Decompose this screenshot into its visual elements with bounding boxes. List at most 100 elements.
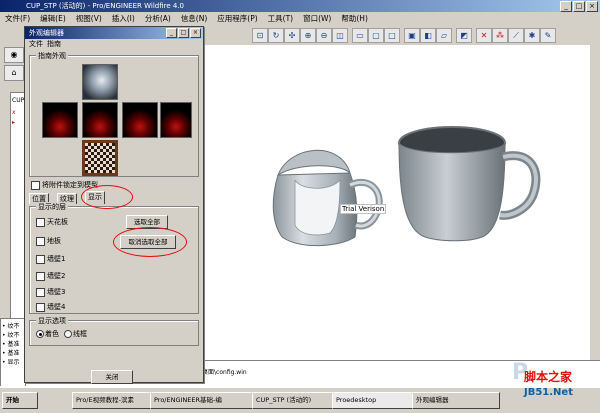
layer-checkbox[interactable] (36, 288, 45, 297)
menu-bar: 文件(F) 编辑(E) 视图(V) 插入(I) 分析(A) 信息(N) 应用程序(P) 工具(… (0, 12, 600, 25)
dialog-menu-file[interactable]: 文件 (29, 40, 43, 48)
taskbar-item[interactable]: 外观编辑器 (412, 392, 500, 409)
no-hidden-icon[interactable]: □ (384, 28, 400, 43)
hidden-line-icon[interactable]: ▢ (368, 28, 384, 43)
spin-icon[interactable]: ✣ (284, 28, 300, 43)
wireframe-label: 线框 (73, 330, 87, 338)
tree-item[interactable]: x (12, 109, 16, 116)
display-layers-group: 显示的层 天花板 地板 墙壁1 墙壁2 墙壁3 墙壁4 选取全部 取消选取全部 (29, 202, 199, 314)
zoom-in-icon[interactable]: ⊕ (300, 28, 316, 43)
select-all-button[interactable]: 选取全部 (126, 215, 168, 229)
coordinate-system-icon[interactable]: ⁂ (492, 28, 508, 43)
watermark-line1: 脚本之家 (524, 370, 573, 384)
dialog-close-icon[interactable]: × (190, 28, 201, 38)
cup-model-left (272, 149, 383, 247)
layer-label: 墙壁1 (47, 255, 66, 263)
right-border (590, 45, 600, 360)
shaded-radio[interactable] (36, 330, 44, 338)
menu-window[interactable]: 窗口(W) (298, 12, 336, 25)
bind-to-model-checkbox[interactable] (31, 181, 40, 190)
layer-checkbox[interactable] (36, 255, 45, 264)
dialog-title: 外观编辑器 (29, 29, 64, 37)
taskbar-item[interactable]: Pro/ENGINEER基础-编 (150, 392, 256, 409)
layer-checkbox[interactable] (36, 237, 45, 246)
deselect-all-button[interactable]: 取消选取全部 (120, 235, 176, 249)
refit-icon[interactable]: ⊡ (252, 28, 268, 43)
menu-view[interactable]: 视图(V) (71, 12, 107, 25)
message-line: • 显示 (2, 359, 20, 366)
menu-analysis[interactable]: 分析(A) (140, 12, 176, 25)
taskbar-item[interactable]: Pro/E视频教程-滨素 (72, 392, 154, 409)
display-layers-label: 显示的层 (36, 202, 68, 212)
face-right-tile[interactable] (122, 102, 158, 138)
message-line: • 基准 (2, 341, 20, 348)
shaded-label: 着色 (45, 330, 59, 338)
menu-file[interactable]: 文件(F) (0, 12, 35, 25)
maximize-button[interactable]: □ (573, 1, 585, 12)
message-line: • 基准 (2, 350, 20, 357)
menu-info[interactable]: 信息(N) (176, 12, 212, 25)
sketch-icon[interactable]: ✎ (540, 28, 556, 43)
appearance-editor-dialog: 外观编辑器 _ □ × 文件 指南 指南外观 将附件锁定到模型 位置 纹理 显示 … (24, 26, 204, 384)
orient-icon[interactable]: ↻ (268, 28, 284, 43)
graphics-viewport[interactable]: Trial Verison (200, 45, 600, 360)
dialog-menu-bar: 文件 指南 (25, 39, 203, 50)
display-options-group: 显示选项 着色 线框 (29, 316, 199, 346)
layer-checkbox[interactable] (36, 218, 45, 227)
annotation-icon[interactable]: ⟋ (508, 28, 524, 43)
close-button[interactable]: × (586, 1, 598, 12)
tab-display[interactable]: 显示 (85, 191, 105, 204)
face-left-tile[interactable] (42, 102, 78, 138)
wireframe-radio[interactable] (64, 330, 72, 338)
bind-to-model-label: 将附件锁定到模型 (42, 181, 98, 189)
dialog-maximize-button[interactable]: □ (178, 28, 189, 38)
menu-edit[interactable]: 编辑(E) (35, 12, 71, 25)
tree-item[interactable]: CUP (12, 97, 24, 104)
face-back-tile[interactable] (160, 102, 192, 138)
message-line: • 纹不 (2, 323, 20, 330)
window-title: CUP_STP (活动的) - Pro/ENGINEER Wildfire 4.… (26, 2, 185, 10)
cup-model-right (398, 126, 541, 242)
start-button[interactable]: 开始 (2, 392, 38, 409)
menu-tools[interactable]: 工具(T) (263, 12, 298, 25)
taskbar-item[interactable]: CUP_STP (活动的) (252, 392, 336, 409)
spin-center-icon[interactable]: ✱ (524, 28, 540, 43)
datum-planes-icon[interactable]: ▱ (436, 28, 452, 43)
face-front-tile[interactable] (82, 102, 118, 138)
datum-axes-icon[interactable]: ◩ (456, 28, 472, 43)
datum-points-icon[interactable]: ✕ (476, 28, 492, 43)
model-tree-icon[interactable]: ◉ (4, 47, 24, 63)
layer-label: 天花板 (47, 218, 68, 226)
repaint-icon[interactable]: ◫ (332, 28, 348, 43)
appearance-group-label: 指南外观 (36, 51, 68, 61)
zoom-out-icon[interactable]: ⊖ (316, 28, 332, 43)
status-path: \桌面\config.win (200, 369, 247, 376)
trial-version-label: Trial Verison (340, 204, 387, 214)
display-options-label: 显示选项 (36, 316, 68, 326)
dialog-minimize-button[interactable]: _ (166, 28, 177, 38)
tree-item[interactable]: ▸ (12, 119, 15, 126)
face-bottom-tile[interactable] (82, 140, 118, 176)
shade-icon[interactable]: ◧ (420, 28, 436, 43)
menu-help[interactable]: 帮助(H) (336, 12, 373, 25)
watermark-line2: JB51.Net (524, 387, 573, 398)
face-top-tile[interactable] (82, 64, 118, 100)
dialog-title-bar: 外观编辑器 _ □ × (25, 27, 203, 39)
dialog-close-button[interactable]: 关闭 (91, 370, 133, 384)
layer-checkbox[interactable] (36, 303, 45, 312)
taskbar-item[interactable]: Proedesktop (332, 392, 416, 409)
cup-models-render (272, 126, 541, 247)
message-line: • 纹不 (2, 332, 20, 339)
menu-insert[interactable]: 插入(I) (107, 12, 140, 25)
view-manager-icon[interactable]: ▣ (404, 28, 420, 43)
message-log: • 纹不 • 纹不 • 基准 • 基准 • 显示 (0, 318, 26, 388)
menu-applications[interactable]: 应用程序(P) (212, 12, 262, 25)
taskbar: 开始 Pro/E视频教程-滨素 Pro/ENGINEER基础-编 CUP_STP… (0, 386, 600, 413)
layer-label: 墙壁3 (47, 288, 66, 296)
appearance-group: 指南外观 (29, 51, 199, 177)
wireframe-icon[interactable]: ▭ (352, 28, 368, 43)
dialog-menu-guide[interactable]: 指南 (47, 40, 61, 48)
minimize-button[interactable]: _ (560, 1, 572, 12)
folder-browser-icon[interactable]: ⌂ (4, 65, 24, 81)
layer-checkbox[interactable] (36, 272, 45, 281)
